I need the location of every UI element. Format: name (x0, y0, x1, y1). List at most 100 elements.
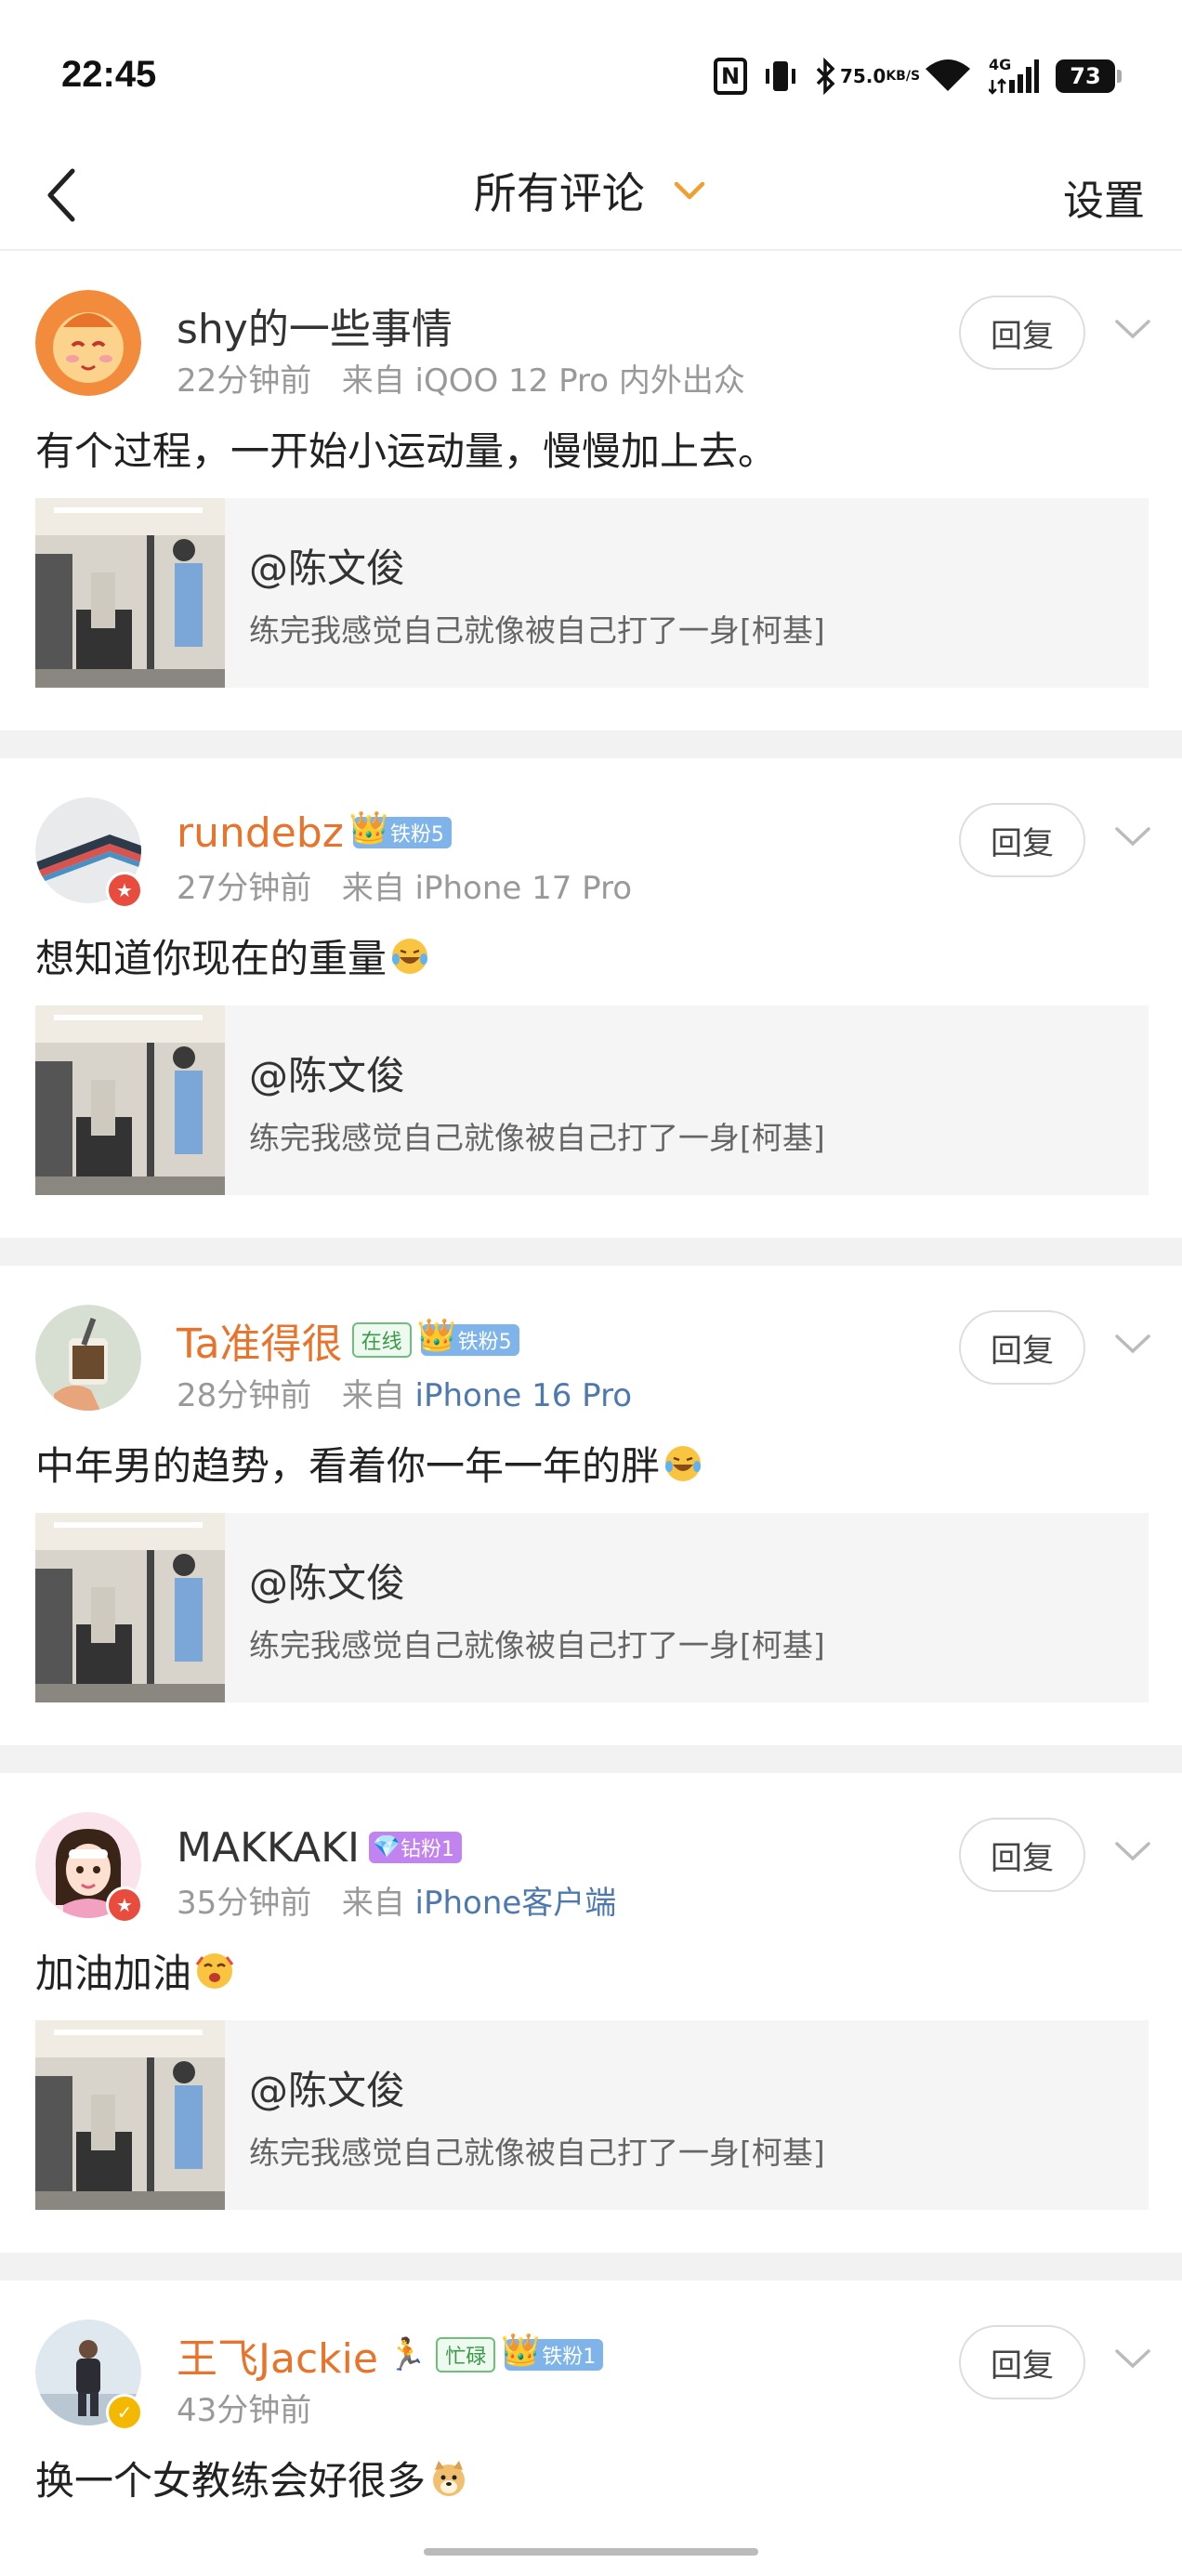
chevron-down-icon[interactable] (1111, 2346, 1154, 2373)
quoted-post-card[interactable]: @陈文俊 练完我感觉自己就像被自己打了一身[柯基] (35, 1513, 1149, 1702)
comment-source: iQOO 12 Pro 内外出众 (414, 362, 745, 400)
reply-button[interactable]: 回复 (959, 803, 1085, 877)
chevron-down-icon[interactable] (1111, 1331, 1154, 1359)
quoted-post-author: @陈文俊 (249, 545, 406, 591)
doge-emoji (433, 2460, 466, 2496)
diamond-icon: 💎 (372, 1833, 401, 1860)
comment-source[interactable]: iPhone客户端 (415, 1885, 617, 1922)
quoted-post-card[interactable]: @陈文俊 练完我感觉自己就像被自己打了一身[柯基] (35, 1005, 1149, 1195)
comment-source[interactable]: iPhone 16 Pro (415, 1377, 633, 1414)
comment-item: ✓ 王飞Jackie 🏃 忙碌 👑 铁粉1 43分钟前 回复 换一个女教练会好很多 (0, 2280, 1182, 2576)
post-thumbnail (35, 1513, 225, 1702)
bluetooth-icon (814, 58, 836, 95)
username[interactable]: rundebz (177, 809, 344, 857)
username[interactable]: MAKKAKI (177, 1824, 360, 1872)
cheer-emoji (195, 1952, 234, 1989)
source-prefix: 来自 (341, 1377, 405, 1414)
chevron-down-icon[interactable] (1111, 1838, 1154, 1866)
comment-text: 换一个女教练会好很多 (35, 2450, 468, 2506)
wifi-icon (924, 58, 972, 95)
comment-text: 有个过程，一开始小运动量，慢慢加上去。 (35, 428, 778, 474)
network-speed: 75.0 KB/S (840, 67, 920, 85)
quoted-post-text: 练完我感觉自己就像被自己打了一身[柯基] (249, 2135, 825, 2171)
network-speed-unit: KB/S (886, 69, 921, 84)
top-nav-bar: 所有评论 设置 (0, 139, 1182, 251)
fan-level-badge[interactable]: 👑 铁粉5 (417, 1317, 519, 1356)
avatar[interactable] (35, 290, 141, 396)
comment-meta: 27分钟前 来自 iPhone 17 Pro (177, 862, 632, 908)
username-row: 王飞Jackie 🏃 忙碌 👑 铁粉1 (177, 2325, 604, 2385)
comment-item: Ta准得很 在线 👑 铁粉5 28分钟前 来自 iPhone 16 Pro 回复 … (0, 1266, 1182, 1745)
verified-badge-icon: ★ (106, 872, 143, 909)
username-row: rundebz 👑 铁粉5 (177, 805, 452, 861)
battery-indicator: 73 (1056, 59, 1122, 93)
comment-time: 28分钟前 (177, 1377, 312, 1414)
divider (0, 1745, 1182, 1773)
comment-item: shy的一些事情 22分钟前 来自 iQOO 12 Pro 内外出众 回复 有个… (0, 251, 1182, 730)
comment-item: ★ rundebz 👑 铁粉5 27分钟前 来自 iPhone 17 Pro 回复… (0, 758, 1182, 1238)
quoted-post-text: 练完我感觉自己就像被自己打了一身[柯基] (249, 1627, 825, 1663)
comment-time: 27分钟前 (177, 870, 312, 907)
username[interactable]: shy的一些事情 (177, 296, 453, 355)
crown-icon: 👑 (416, 1317, 456, 1354)
comment-meta: 35分钟前 来自 iPhone客户端 (177, 1877, 616, 1923)
source-prefix: 来自 (341, 870, 405, 907)
chevron-down-icon[interactable] (1111, 316, 1154, 344)
quoted-post-author: @陈文俊 (249, 2068, 406, 2113)
fan-level-badge[interactable]: 👑 铁粉5 (349, 809, 452, 848)
comment-meta: 43分钟前 (177, 2385, 311, 2430)
username-row: MAKKAKI 💎 钻粉1 (177, 1820, 462, 1875)
quoted-post-text: 练完我感觉自己就像被自己打了一身[柯基] (249, 1120, 825, 1156)
fan-level-badge[interactable]: 💎 钻粉1 (368, 1832, 462, 1863)
post-thumbnail (35, 498, 225, 688)
reply-button[interactable]: 回复 (959, 2325, 1085, 2399)
status-bar: 22:45 N 75.0 KB/S 4G 73 (0, 0, 1182, 139)
quoted-post-card[interactable]: @陈文俊 练完我感觉自己就像被自己打了一身[柯基] (35, 2020, 1149, 2210)
crown-icon: 👑 (501, 2332, 541, 2369)
username-row: Ta准得很 在线 👑 铁粉5 (177, 1312, 519, 1368)
comment-text: 想知道你现在的重量 (35, 927, 429, 984)
reply-button[interactable]: 回复 (959, 296, 1085, 370)
username[interactable]: 王飞Jackie (177, 2325, 378, 2385)
avatar[interactable] (35, 1305, 141, 1411)
online-status-tag: 在线 (351, 1322, 412, 1358)
comment-text: 中年男的趋势，看着你一年一年的胖 (35, 1435, 703, 1492)
comment-time: 35分钟前 (177, 1885, 312, 1922)
busy-status-tag: 忙碌 (436, 2337, 496, 2372)
comment-source: iPhone 17 Pro (414, 870, 633, 907)
comment-filter-dropdown[interactable]: 所有评论 (0, 160, 1182, 221)
comment-text: 加油加油 (35, 1942, 234, 1999)
chevron-down-icon (675, 181, 705, 200)
quoted-post-card[interactable]: @陈文俊 练完我感觉自己就像被自己打了一身[柯基] (35, 498, 1149, 688)
network-speed-value: 75.0 (839, 65, 886, 87)
quoted-post-author: @陈文俊 (249, 1053, 406, 1098)
page-title: 所有评论 (473, 168, 645, 218)
divider (0, 2253, 1182, 2280)
divider (0, 1238, 1182, 1266)
crown-icon: 👑 (348, 809, 389, 847)
divider (0, 730, 1182, 758)
settings-button[interactable]: 设置 (1063, 167, 1145, 227)
post-thumbnail (35, 2020, 225, 2210)
source-prefix: 来自 (341, 362, 405, 400)
fan-level-badge[interactable]: 👑 铁粉1 (501, 2332, 604, 2371)
source-prefix: 来自 (341, 1885, 405, 1922)
comment-time: 22分钟前 (177, 362, 312, 400)
quoted-post-text: 练完我感觉自己就像被自己打了一身[柯基] (249, 612, 825, 649)
reply-button[interactable]: 回复 (959, 1310, 1085, 1385)
quoted-post-author: @陈文俊 (249, 1560, 406, 1606)
status-icons: N 75.0 KB/S 4G 73 (714, 56, 1122, 97)
chevron-down-icon[interactable] (1111, 823, 1154, 851)
username[interactable]: Ta准得很 (177, 1310, 343, 1370)
home-indicator[interactable] (424, 2548, 758, 2556)
nfc-icon: N (714, 58, 747, 95)
comment-meta: 28分钟前 来自 iPhone 16 Pro (177, 1370, 632, 1415)
comment-item: ★ MAKKAKI 💎 钻粉1 35分钟前 来自 iPhone客户端 回复 加油加… (0, 1773, 1182, 2253)
reply-button[interactable]: 回复 (959, 1818, 1085, 1892)
comment-meta: 22分钟前 来自 iQOO 12 Pro 内外出众 (177, 355, 745, 401)
status-time: 22:45 (61, 54, 157, 95)
figure-icon: 🏃 (387, 2336, 427, 2373)
vibrate-icon (764, 58, 797, 95)
post-thumbnail (35, 1005, 225, 1195)
username-row: shy的一些事情 (177, 297, 453, 353)
